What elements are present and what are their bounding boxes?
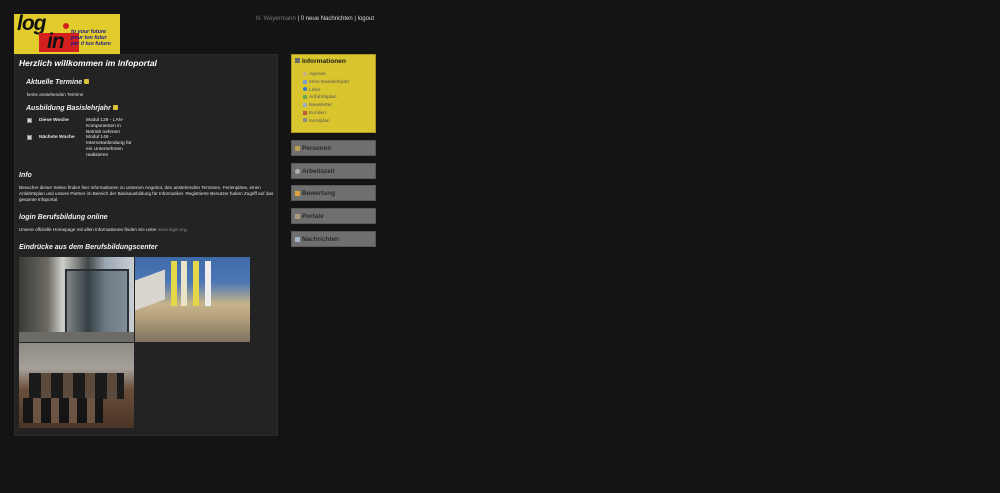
info-menu-item-links[interactable]: Links [303, 87, 349, 95]
messages-link[interactable]: 0 neue Nachrichten [301, 16, 353, 22]
login-logo[interactable]: log in to your future pour ton futur per… [14, 14, 120, 54]
lock-icon [84, 79, 90, 84]
sidebar-button-label: Portale [302, 213, 324, 220]
ausbildung-row-label: Diese Woche [39, 118, 69, 123]
logout-link[interactable]: logout [358, 16, 374, 22]
logo-dot [63, 23, 69, 29]
ausbildung-row-value: Modul 129 - LAN-Komponenten in Betrieb n… [86, 118, 124, 135]
gallery-heading: Eindrücke aus dem Berufsbildungscenter [19, 244, 158, 251]
calendar-icon [27, 118, 32, 123]
main-content-panel: Herzlich willkommen im Infoportal Aktuel… [14, 54, 278, 436]
logo-tagline: to your future pour ton futur per il tuo… [71, 29, 111, 47]
tagline-line: per il tuo futuro [71, 40, 111, 47]
photo-building-flags [135, 257, 250, 342]
info-menu-list: Agenda Infos Basislehrjahr Links Anfahrt… [303, 71, 349, 126]
mail-icon [295, 236, 300, 242]
newsletter-icon [303, 102, 307, 107]
online-heading: login Berufsbildung online [19, 214, 108, 221]
user-bar: N. Weyermann | 0 neue Nachrichten | logo… [256, 16, 374, 22]
lock-icon [112, 105, 118, 110]
logo-word-in: in [47, 30, 65, 53]
info-menu-item-newsletter[interactable]: Newsletter [303, 102, 349, 110]
ausbildung-row-value: Modul 146 - Internetanbindung für ein Un… [86, 135, 132, 158]
username: N. Weyermann [255, 16, 296, 22]
info-text: Besucher dieser Seiten finden hier Infor… [19, 185, 274, 202]
sidebar-button-label: Personen [302, 145, 332, 152]
info-menu-title: Informationen [302, 58, 346, 65]
photo-entrance [19, 257, 134, 342]
photo-classroom [19, 343, 134, 428]
persons-icon [295, 145, 300, 151]
info-menu-item-label: Anfahrtsplan [309, 95, 337, 101]
info-menu-item-infos-basislehrjahr[interactable]: Infos Basislehrjahr [303, 79, 349, 87]
sidebar-button-portale[interactable]: Portale [291, 208, 376, 224]
info-menu-item-anfahrtsplan[interactable]: Anfahrtsplan [303, 94, 349, 102]
ausbildung-heading-text: Ausbildung Basislehrjahr [26, 105, 111, 112]
sidebar-button-nachrichten[interactable]: Nachrichten [291, 231, 376, 247]
map-icon [303, 95, 307, 100]
info-menu-box: Informationen Agenda Infos Basislehrjahr… [291, 54, 376, 133]
sidebar-button-personen[interactable]: Personen [291, 140, 376, 156]
termine-heading: Aktuelle Termine [26, 79, 90, 86]
sidebar-button-arbeitszeit[interactable]: Arbeitszeit [291, 163, 376, 179]
info-menu-item-label: Kernlplan [309, 118, 330, 124]
sidebar-button-label: Arbeitszeit [302, 168, 335, 175]
sidebar-button-label: Bewertung [302, 190, 336, 197]
info-menu-item-label: Infos Basislehrjahr [309, 79, 350, 85]
portal-icon [295, 213, 300, 219]
homepage-link[interactable]: www.login.org [158, 227, 187, 232]
clock-icon [295, 168, 300, 174]
document-icon [303, 79, 307, 84]
info-menu-item-kunden[interactable]: Kunden [303, 110, 349, 118]
ausbildung-row-label: Nächste Woche [39, 135, 75, 140]
customers-icon [303, 110, 307, 115]
online-text-before: Unsere offizielle Homepage mit allen Inf… [19, 227, 158, 232]
page-title: Herzlich willkommen im Infoportal [19, 58, 157, 68]
calendar-icon [303, 71, 307, 76]
termine-heading-text: Aktuelle Termine [26, 79, 83, 86]
info-icon [295, 58, 300, 63]
sidebar-button-label: Nachrichten [302, 236, 339, 243]
info-heading: Info [19, 172, 32, 179]
sidebar-button-bewertung[interactable]: Bewertung [291, 185, 376, 201]
pencil-icon [303, 118, 307, 123]
info-menu-item-kernlplan[interactable]: Kernlplan [303, 118, 349, 126]
info-menu-item-label: Kunden [309, 110, 326, 116]
globe-icon [303, 87, 307, 92]
termine-text: keine anstehenden Termine [27, 92, 84, 97]
info-menu-item-label: Newsletter [309, 103, 333, 109]
online-text-after: . [186, 227, 188, 232]
info-menu-item-label: Links [309, 87, 321, 93]
online-text: Unsere offizielle Homepage mit allen Inf… [19, 227, 275, 233]
rating-icon [295, 190, 300, 196]
calendar-icon [27, 135, 32, 140]
info-menu-item-label: Agenda [309, 72, 326, 77]
info-menu-header[interactable]: Informationen [295, 58, 346, 65]
info-menu-item-agenda[interactable]: Agenda [303, 71, 349, 79]
ausbildung-heading: Ausbildung Basislehrjahr [26, 105, 118, 112]
